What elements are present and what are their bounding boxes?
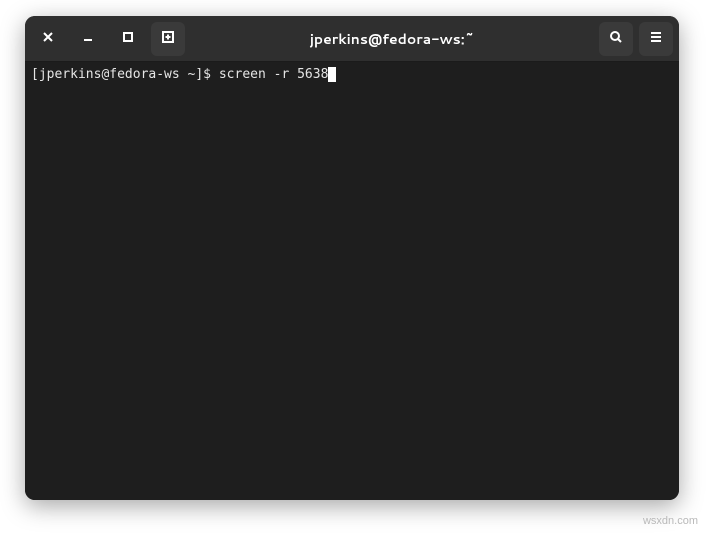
terminal-body[interactable]: [jperkins@fedora-ws ~]$ screen -r 5638 — [25, 62, 679, 500]
shell-prompt: [jperkins@fedora-ws ~]$ — [31, 67, 219, 82]
shell-command: screen -r 5638 — [219, 67, 329, 82]
new-tab-icon — [160, 29, 176, 48]
titlebar-left-controls — [31, 22, 185, 56]
new-tab-button[interactable] — [151, 22, 185, 56]
minimize-icon — [80, 29, 96, 48]
watermark-text: wsxdn.com — [643, 515, 698, 527]
search-icon — [608, 29, 624, 48]
search-button[interactable] — [599, 22, 633, 56]
titlebar: jperkins@fedora-ws:~ — [25, 16, 679, 62]
minimize-button[interactable] — [71, 22, 105, 56]
close-icon — [40, 29, 56, 48]
window-title: jperkins@fedora-ws:~ — [185, 29, 599, 49]
maximize-icon — [120, 29, 136, 48]
maximize-button[interactable] — [111, 22, 145, 56]
hamburger-icon — [648, 29, 664, 48]
terminal-window: jperkins@fedora-ws:~ [jperkins@fedora-ws… — [25, 16, 679, 500]
titlebar-right-controls — [599, 22, 673, 56]
close-button[interactable] — [31, 22, 65, 56]
menu-button[interactable] — [639, 22, 673, 56]
text-cursor — [328, 67, 336, 82]
